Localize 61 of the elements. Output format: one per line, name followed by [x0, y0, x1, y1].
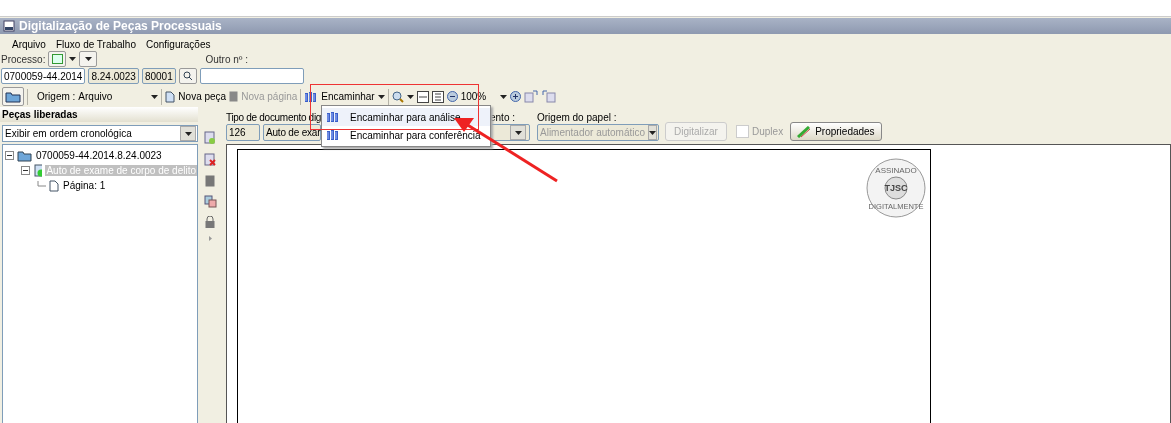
order-dropdown[interactable]: Exibir em ordem cronológica	[2, 125, 198, 142]
page-icon	[229, 91, 239, 102]
process-number-field[interactable]: 8.24.0023	[88, 68, 139, 84]
tipo-name-field[interactable]: Auto de exar	[263, 124, 321, 141]
search-button[interactable]	[178, 68, 197, 84]
caret-icon	[499, 94, 507, 99]
caret-icon	[151, 94, 159, 99]
folder-icon	[5, 90, 21, 103]
caret-icon	[184, 131, 192, 136]
dropdown[interactable]	[490, 124, 530, 141]
caret-icon	[377, 94, 385, 99]
fit-page-icon[interactable]	[431, 90, 444, 103]
panel-title: Peças liberadas	[0, 107, 198, 122]
window-title: Digitalização de Peças Processuais	[19, 19, 222, 33]
encaminhar-button[interactable]: Encaminhar	[304, 90, 385, 103]
fit-width-icon[interactable]	[416, 90, 429, 103]
caret-icon	[649, 130, 657, 135]
caret-icon	[514, 130, 522, 135]
document-badge-icon	[33, 163, 43, 178]
remove-piece-icon[interactable]	[203, 153, 217, 167]
tree-item[interactable]: Página: 1	[62, 180, 107, 191]
nova-peca-button[interactable]: Nova peça	[165, 90, 227, 103]
forward-icon	[326, 111, 340, 123]
processo-label: Processo:	[1, 53, 46, 65]
outro-label: Outro nº :	[205, 53, 249, 65]
tree-line-icon	[37, 181, 46, 190]
magnifier-icon	[391, 90, 404, 103]
menu-item[interactable]: Arquivo	[12, 38, 46, 50]
pen-icon	[797, 125, 812, 138]
caret-icon	[406, 94, 414, 99]
origem-papel-label: Origem do papel :	[537, 112, 618, 123]
collapse-toggle[interactable]	[21, 166, 30, 175]
dropdown-button[interactable]	[79, 51, 98, 67]
zoom-out-icon[interactable]	[446, 91, 458, 102]
origem-label: Origem :	[37, 91, 76, 102]
copy-icon[interactable]	[203, 195, 217, 208]
forward-icon	[304, 90, 319, 103]
folder-button[interactable]	[2, 87, 24, 106]
menu-item[interactable]: Configurações	[145, 38, 211, 50]
spreadsheet-button[interactable]	[48, 51, 67, 67]
tipo-code-field[interactable]: 126	[226, 124, 260, 141]
page-icon	[165, 90, 176, 103]
process-number-field[interactable]: 80001	[141, 68, 176, 84]
menu-item[interactable]: Fluxo de Trabalho	[55, 38, 136, 50]
folder-icon	[17, 149, 32, 162]
propriedades-button[interactable]: Propriedades	[790, 122, 882, 141]
page-icon	[49, 179, 59, 192]
tree-item[interactable]: 0700059-44.2014.8.24.0023	[35, 150, 163, 161]
collapse-toggle[interactable]	[5, 151, 14, 160]
lock-icon[interactable]	[205, 216, 215, 228]
field-label: ento :	[490, 112, 517, 123]
outro-field[interactable]	[199, 68, 304, 84]
forward-icon	[326, 129, 340, 141]
duplex-label: Duplex	[752, 126, 784, 137]
zoom-in-icon[interactable]	[509, 91, 521, 102]
binder-icon[interactable]	[205, 175, 215, 187]
process-number-field[interactable]: 0700059-44.2014	[1, 68, 86, 84]
origem-dropdown[interactable]: Arquivo	[78, 91, 159, 102]
zoom-button[interactable]	[391, 90, 414, 103]
search-icon	[182, 71, 193, 81]
app-icon	[3, 20, 15, 32]
